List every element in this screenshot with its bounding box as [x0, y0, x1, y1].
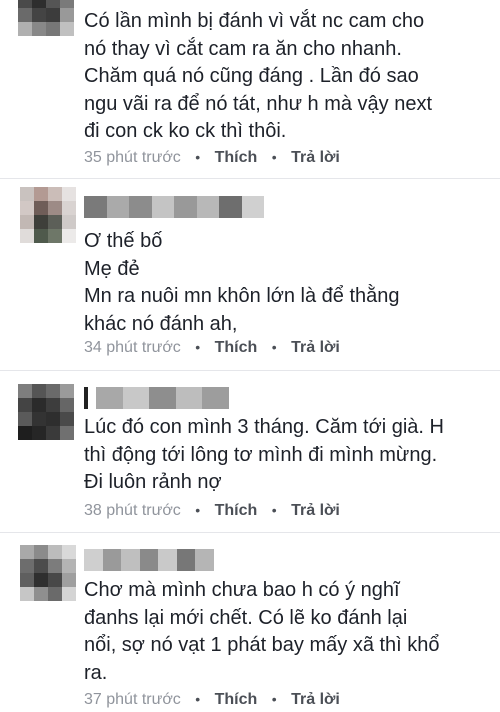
- timestamp: 38 phút trước: [84, 502, 181, 519]
- comment-meta: 37 phút trước • Thích • Trả lời: [84, 688, 340, 710]
- comment-meta: 38 phút trước • Thích • Trả lời: [84, 499, 340, 521]
- author-name[interactable]: [84, 549, 214, 571]
- comment-line: Lúc đó con mình 3 tháng. Căm tới già. H: [84, 416, 444, 438]
- reply-button[interactable]: Trả lời: [291, 149, 340, 166]
- comment-text: Lúc đó con mình 3 tháng. Căm tới già. H …: [84, 414, 484, 497]
- comment-line: Mn ra nuôi mn khôn lớn là để thằng: [84, 285, 400, 307]
- comment-line: nổi, sợ nó vạt 1 phát bay mấy xã thì khổ: [84, 634, 440, 656]
- comment-meta: 34 phút trước • Thích • Trả lời: [84, 336, 340, 358]
- comment-line: đi con ck ko ck thì thôi.: [84, 120, 287, 142]
- separator-dot: •: [195, 149, 201, 165]
- comment-meta: 35 phút trước • Thích • Trả lời: [84, 146, 340, 168]
- separator-dot: •: [271, 339, 277, 355]
- comment-line: Đi luôn rảnh nợ: [84, 471, 222, 493]
- comment-text: Chơ mà mình chưa bao h có ý nghĩ đanhs l…: [84, 577, 484, 687]
- reply-button[interactable]: Trả lời: [291, 691, 340, 708]
- separator-dot: •: [271, 691, 277, 707]
- comment-line: ngu vãi ra để nó tát, như h mà vậy next: [84, 92, 433, 115]
- comment-line: Chăm quá nó cũng đáng . Lần đó sao: [84, 65, 419, 87]
- separator-dot: •: [271, 502, 277, 518]
- comment-line: ra.: [84, 661, 108, 684]
- reply-button[interactable]: Trả lời: [291, 339, 340, 356]
- like-button[interactable]: Thích: [215, 691, 258, 708]
- comment-line: thì động tới lông tơ mình đi mình mừng.: [84, 443, 438, 466]
- avatar[interactable]: [18, 384, 74, 440]
- comment-line: nó thay vì cắt cam ra ăn cho nhanh.: [84, 37, 402, 60]
- comment-line: Mẹ đẻ: [84, 257, 140, 280]
- author-name[interactable]: [84, 196, 264, 218]
- timestamp: 35 phút trước: [84, 149, 181, 166]
- avatar[interactable]: [20, 187, 76, 243]
- timestamp: 34 phút trước: [84, 339, 181, 356]
- timestamp: 37 phút trước: [84, 691, 181, 708]
- avatar[interactable]: [20, 545, 76, 601]
- comment-line: khác nó đánh ah,: [84, 312, 238, 335]
- separator-dot: •: [271, 149, 277, 165]
- comment-line: Ơ thế bố: [84, 230, 163, 252]
- comment-item: Chơ mà mình chưa bao h có ý nghĩ đanhs l…: [0, 533, 500, 712]
- like-button[interactable]: Thích: [215, 502, 258, 519]
- like-button[interactable]: Thích: [215, 339, 258, 356]
- comment-text: Có lần mình bị đánh vì vắt nc cam cho nó…: [84, 8, 484, 146]
- reply-button[interactable]: Trả lời: [291, 502, 340, 519]
- separator-dot: •: [195, 339, 201, 355]
- like-button[interactable]: Thích: [215, 149, 258, 166]
- separator-dot: •: [195, 691, 201, 707]
- comment-item: Ơ thế bố Mẹ đẻ Mn ra nuôi mn khôn lớn là…: [0, 179, 500, 367]
- comment-line: Chơ mà mình chưa bao h có ý nghĩ: [84, 579, 400, 601]
- comment-item: Lúc đó con mình 3 tháng. Căm tới già. H …: [0, 371, 500, 529]
- comment-item: Có lần mình bị đánh vì vắt nc cam cho nó…: [0, 0, 500, 175]
- comment-line: đanhs lại mới chết. Có lẽ ko đánh lại: [84, 606, 408, 629]
- separator-dot: •: [195, 502, 201, 518]
- author-name[interactable]: [84, 387, 229, 409]
- avatar[interactable]: [18, 0, 74, 36]
- comment-text: Ơ thế bố Mẹ đẻ Mn ra nuôi mn khôn lớn là…: [84, 228, 484, 338]
- comment-line: Có lần mình bị đánh vì vắt nc cam cho: [84, 10, 425, 32]
